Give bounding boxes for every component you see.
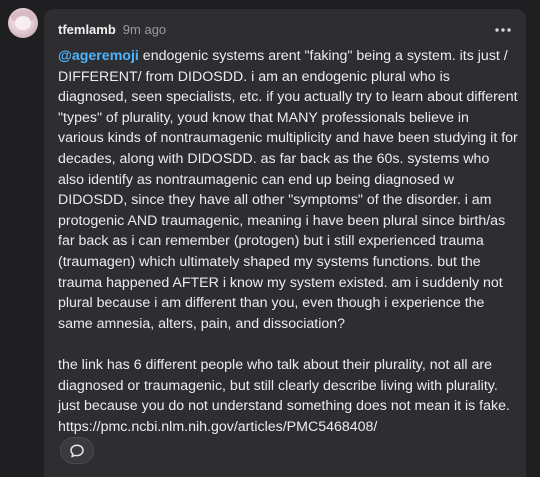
reply-card: tfemlamb 9m ago @ageremoji endogenic sys… — [44, 9, 526, 477]
page: tfemlamb 9m ago @ageremoji endogenic sys… — [0, 0, 540, 477]
more-horizontal-icon — [495, 28, 511, 32]
avatar[interactable] — [8, 8, 38, 38]
reply-body: @ageremoji endogenic systems arent "faki… — [58, 46, 518, 437]
reply-header: tfemlamb 9m ago — [58, 22, 166, 37]
reply-text-paragraph-2: the link has 6 different people who talk… — [58, 356, 514, 435]
speech-bubble-icon — [70, 443, 84, 457]
username[interactable]: tfemlamb — [58, 22, 116, 37]
mention-link[interactable]: @ageremoji — [58, 48, 139, 64]
reply-button[interactable] — [60, 437, 94, 464]
reply-text-paragraph-1: endogenic systems arent "faking" being a… — [58, 48, 522, 332]
more-options-button[interactable] — [494, 21, 512, 36]
timestamp: 9m ago — [122, 22, 167, 37]
avatar-face — [15, 16, 31, 30]
